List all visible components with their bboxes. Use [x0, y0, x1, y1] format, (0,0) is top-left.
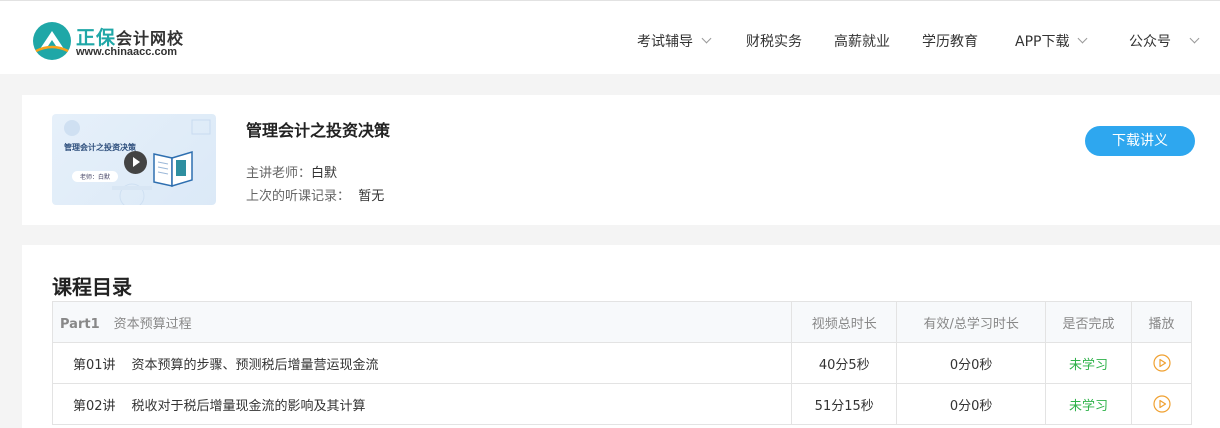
chevron-down-icon	[1189, 33, 1200, 44]
table-row[interactable]: 第01讲 资本预算的步骤、预测税后增量营运现金流 40分5秒 0分0秒 未学习	[51, 342, 1192, 384]
nav-app-download[interactable]: APP下载	[1015, 31, 1088, 51]
play-circle-icon[interactable]	[1152, 395, 1171, 413]
logo-url: www.chinaacc.com	[76, 46, 178, 58]
nav-exam-tutoring[interactable]: 考试辅导	[637, 31, 712, 51]
lecture-status: 未学习	[1045, 342, 1133, 384]
course-info-card: 管理会计之投资决策 老师：白默 管理会计之投资决策 主讲老师：白默 上次的听课记…	[22, 95, 1220, 225]
column-header-studied: 有效/总学习时长	[896, 301, 1047, 343]
book-icon	[153, 150, 193, 188]
table-row[interactable]: 第02讲 税收对于税后增量现金流的影响及其计算 51分15秒 0分0秒 未学习	[51, 383, 1192, 425]
nav-degree-education[interactable]: 学历教育	[922, 31, 978, 51]
lecture-studied-time: 0分0秒	[896, 342, 1047, 384]
column-header-play: 播放	[1131, 301, 1192, 343]
lecture-play-cell	[1131, 342, 1192, 384]
play-icon[interactable]	[124, 151, 147, 174]
lecture-table: Part1 资本预算过程 视频总时长 有效/总学习时长 是否完成 播放 第01讲资…	[51, 301, 1192, 425]
download-handout-button[interactable]: 下载讲义	[1085, 126, 1195, 156]
part-header: Part1 资本预算过程	[51, 301, 793, 343]
nav-high-salary-jobs[interactable]: 高薪就业	[834, 31, 890, 51]
course-teacher: 主讲老师：白默	[246, 166, 338, 181]
nav-tax-practice[interactable]: 财税实务	[746, 31, 802, 51]
play-circle-icon[interactable]	[1152, 354, 1171, 372]
lecture-play-cell	[1131, 383, 1192, 425]
course-catalog: 课程目录 Part1 资本预算过程 视频总时长 有效/总学习时长 是否完成 播放 …	[22, 245, 1220, 428]
lecture-title[interactable]: 第02讲 税收对于税后增量现金流的影响及其计算	[51, 383, 793, 425]
catalog-title: 课程目录	[52, 275, 132, 299]
chevron-down-icon	[1078, 33, 1088, 44]
lecture-title[interactable]: 第01讲 资本预算的步骤、预测税后增量营运现金流	[51, 342, 793, 384]
table-header-row: Part1 资本预算过程 视频总时长 有效/总学习时长 是否完成 播放	[51, 301, 1192, 343]
column-header-completed: 是否完成	[1045, 301, 1133, 343]
lecture-duration: 40分5秒	[791, 342, 898, 384]
nav-official-account[interactable]: 公众号	[1129, 31, 1200, 51]
lecture-studied-time: 0分0秒	[896, 383, 1047, 425]
chevron-down-icon	[701, 33, 712, 44]
lecture-status: 未学习	[1045, 383, 1133, 425]
course-history: 上次的听课记录： 暂无	[246, 189, 385, 204]
logo-icon	[33, 22, 71, 60]
course-title: 管理会计之投资决策	[246, 121, 391, 140]
column-header-duration: 视频总时长	[791, 301, 898, 343]
top-header: 正保会计网校 www.chinaacc.com 考试辅导 财税实务 高薪就业 学…	[0, 0, 1220, 74]
course-thumbnail[interactable]: 管理会计之投资决策 老师：白默	[52, 114, 216, 205]
lecture-duration: 51分15秒	[791, 383, 898, 425]
thumbnail-teacher: 老师：白默	[72, 171, 119, 182]
site-logo[interactable]: 正保会计网校 www.chinaacc.com	[32, 21, 192, 63]
thumbnail-title: 管理会计之投资决策	[64, 143, 136, 152]
